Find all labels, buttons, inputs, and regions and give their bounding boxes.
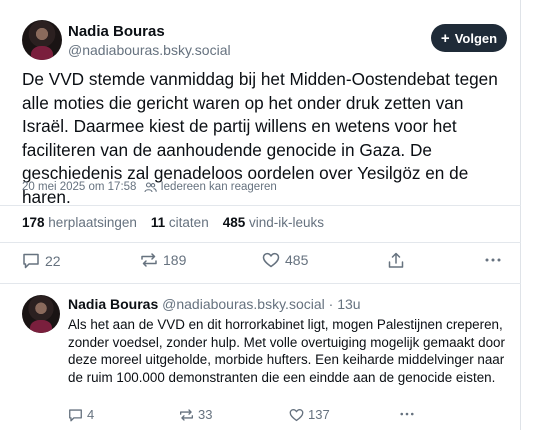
share-button[interactable]: [387, 252, 405, 269]
speech-bubble-icon: [23, 253, 39, 269]
reply-reply-button[interactable]: 4: [68, 407, 94, 422]
reply-setting-label: Iedereen kan reageren: [160, 181, 277, 193]
speech-bubble-icon: [69, 408, 82, 421]
heart-icon: [289, 408, 304, 421]
share-icon: [388, 252, 404, 268]
reply-like-button[interactable]: 137: [289, 407, 330, 422]
author-name[interactable]: Nadia Bouras: [68, 23, 165, 40]
author-handle[interactable]: @nadiabouras.bsky.social: [68, 42, 231, 58]
post-meta: 20 mei 2025 om 17:58 Iedereen kan reager…: [22, 181, 277, 193]
thread-panel: Nadia Bouras @nadiabouras.bsky.social + …: [0, 0, 521, 430]
reply-more-options-button[interactable]: [399, 407, 415, 421]
post-timestamp[interactable]: 20 mei 2025 om 17:58: [22, 181, 136, 193]
plus-icon: +: [440, 29, 450, 47]
post-stats: 178 herplaatsingen 11 citaten 485 vind-i…: [22, 215, 324, 230]
reply-time[interactable]: 13u: [337, 296, 360, 312]
reply-repost-button[interactable]: 33: [179, 407, 212, 422]
repost-arrows-icon: [141, 253, 157, 267]
reply-header: Nadia Bouras @nadiabouras.bsky.social · …: [68, 296, 513, 312]
reply-button[interactable]: 22: [22, 252, 61, 269]
reply-author-name[interactable]: Nadia Bouras: [68, 296, 158, 312]
more-options-button[interactable]: [484, 252, 502, 268]
heart-icon: [262, 252, 280, 268]
reply-author-handle[interactable]: @nadiabouras.bsky.social: [162, 296, 325, 312]
follow-button-label: Volgen: [454, 30, 498, 46]
reply-count: 22: [45, 252, 61, 269]
people-icon: [144, 181, 158, 192]
reply-author-avatar[interactable]: [22, 295, 60, 333]
reply-text: Als het aan de VVD en dit horrorkabinet …: [68, 317, 505, 385]
like-count: 485: [285, 252, 309, 268]
follow-button[interactable]: + Volgen: [431, 24, 507, 52]
likes-stat[interactable]: 485 vind-ik-leuks: [223, 215, 324, 230]
reply-like-count: 137: [308, 407, 330, 422]
reply-dot-separator: ·: [324, 296, 338, 312]
repost-arrows-icon: [180, 408, 193, 421]
like-button[interactable]: 485: [262, 252, 308, 268]
divider: [0, 205, 521, 206]
repost-button[interactable]: 189: [140, 252, 186, 268]
more-dots-icon: [400, 412, 414, 416]
reply-repost-count: 33: [198, 407, 213, 422]
quotes-stat[interactable]: 11 citaten: [151, 215, 209, 230]
reply-reply-count: 4: [87, 407, 95, 422]
more-dots-icon: [485, 258, 501, 262]
author-avatar[interactable]: [22, 20, 62, 60]
reply-setting: Iedereen kan reageren: [144, 181, 277, 193]
repost-count: 189: [163, 252, 187, 268]
reposts-stat[interactable]: 178 herplaatsingen: [22, 215, 137, 230]
divider: [0, 283, 521, 284]
divider: [0, 242, 521, 243]
